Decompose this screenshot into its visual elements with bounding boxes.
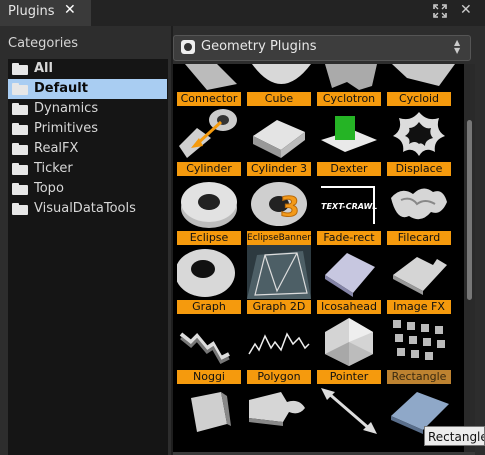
eclipse-thumbnail bbox=[177, 249, 235, 297]
plugin-label: Rectangle bbox=[387, 370, 451, 384]
graph-thumbnail bbox=[179, 332, 230, 364]
dexter-thumbnail: TEXT-CRAWL bbox=[317, 176, 381, 230]
filecard-thumbnail bbox=[393, 257, 447, 295]
plugin-label: Cycloid bbox=[387, 92, 451, 106]
plugin-label: Eclipse bbox=[177, 231, 241, 245]
eclipsebanner-thumbnail bbox=[247, 245, 311, 299]
svg-text:3: 3 bbox=[280, 190, 299, 223]
tab-plugins[interactable]: Plugins ✕ bbox=[0, 0, 91, 26]
cylinder3-thumbnail: 3 bbox=[251, 182, 307, 226]
category-label: Topo bbox=[34, 181, 64, 196]
tab-title: Plugins bbox=[8, 4, 55, 19]
tab-bar: Plugins ✕ ✕ bbox=[0, 0, 485, 26]
folder-icon bbox=[12, 103, 28, 115]
dropdown-arrows-icon: ▲ ▼ bbox=[454, 38, 461, 55]
plugin-label: Graph bbox=[177, 300, 241, 314]
category-label: Ticker bbox=[34, 161, 73, 176]
plugin-label: Polygon bbox=[247, 370, 311, 384]
cylinder-thumbnail bbox=[181, 182, 237, 228]
dropdown-label: Geometry Plugins bbox=[201, 39, 317, 54]
folder-icon bbox=[12, 203, 28, 215]
geometry-icon bbox=[181, 40, 195, 54]
category-item-default[interactable]: Default bbox=[8, 79, 167, 99]
category-item-dynamics[interactable]: Dynamics bbox=[8, 99, 167, 119]
graph2d-thumbnail bbox=[248, 332, 310, 355]
categories-title: Categories bbox=[8, 36, 79, 51]
imagefx-thumbnail bbox=[393, 320, 445, 360]
displace-thumbnail bbox=[391, 188, 447, 220]
icosahead-thumbnail bbox=[325, 318, 373, 366]
plugin-label: Icosahead bbox=[317, 300, 381, 314]
plugin-label: Connector bbox=[177, 92, 241, 106]
category-label: Dynamics bbox=[34, 101, 99, 116]
category-item-visualdatatools[interactable]: VisualDataTools bbox=[8, 199, 167, 219]
folder-icon bbox=[12, 63, 28, 75]
close-tab-icon[interactable]: ✕ bbox=[64, 2, 76, 18]
category-label: All bbox=[34, 61, 53, 76]
plugin-label: Filecard bbox=[387, 231, 451, 245]
category-item-realfx[interactable]: RealFX bbox=[8, 139, 167, 159]
category-label: Default bbox=[34, 81, 88, 96]
categories-list: All Default Dynamics Primitives RealFX T… bbox=[8, 59, 168, 455]
noggi-thumbnail bbox=[191, 392, 231, 432]
plugin-label: EclipseBanner bbox=[247, 231, 311, 245]
folder-icon bbox=[12, 123, 28, 135]
dexter-thumbnail-text: TEXT-CRAWL bbox=[321, 202, 378, 211]
polygon-thumbnail bbox=[249, 392, 305, 426]
connector-thumbnail bbox=[179, 109, 237, 158]
category-item-ticker[interactable]: Ticker bbox=[8, 159, 167, 179]
plugin-label: Displace bbox=[387, 162, 451, 176]
category-label: RealFX bbox=[34, 141, 79, 156]
close-window-icon[interactable]: ✕ bbox=[460, 2, 472, 18]
plugin-label: Fade-rect bbox=[317, 231, 381, 245]
category-item-all[interactable]: All bbox=[8, 59, 167, 79]
plugin-label: Noggi bbox=[177, 370, 241, 384]
categories-panel: Categories All Default Dynamics Primitiv… bbox=[0, 26, 171, 455]
folder-icon bbox=[12, 183, 28, 195]
plugin-group-dropdown[interactable]: Geometry Plugins ▲ ▼ bbox=[173, 35, 471, 61]
category-item-primitives[interactable]: Primitives bbox=[8, 119, 167, 139]
plugin-label: Cylinder bbox=[177, 162, 241, 176]
vertical-scrollbar[interactable] bbox=[464, 64, 475, 452]
expand-icon[interactable] bbox=[433, 4, 447, 18]
plugin-label: Cyclotron bbox=[317, 92, 381, 106]
category-label: Primitives bbox=[34, 121, 99, 136]
folder-icon bbox=[12, 143, 28, 155]
fade-rect-thumbnail bbox=[325, 253, 375, 297]
plugin-label: Cylinder 3 bbox=[247, 162, 311, 176]
plugins-panel: Geometry Plugins ▲ ▼ Connector Cube Cycl… bbox=[173, 26, 485, 455]
cube-thumbnail bbox=[253, 120, 305, 158]
plugin-label: Dexter bbox=[317, 162, 381, 176]
plugin-label: Image FX bbox=[387, 300, 451, 314]
scrollbar-thumb[interactable] bbox=[467, 120, 472, 300]
pointer-thumbnail bbox=[321, 388, 377, 434]
plugin-grid: Connector Cube Cyclotron Cycloid Cylinde… bbox=[173, 64, 464, 452]
folder-icon bbox=[12, 83, 28, 95]
category-item-topo[interactable]: Topo bbox=[8, 179, 167, 199]
folder-icon bbox=[12, 163, 28, 175]
plugin-label: Cube bbox=[247, 92, 311, 106]
category-label: VisualDataTools bbox=[34, 201, 136, 216]
cycloid-thumbnail bbox=[393, 112, 445, 156]
cyclotron-thumbnail bbox=[321, 116, 377, 152]
plugin-label: Pointer bbox=[317, 370, 381, 384]
partial-thumbnail-row bbox=[185, 64, 455, 90]
tooltip: Rectangle bbox=[424, 426, 485, 446]
plugin-label: Graph 2D bbox=[247, 300, 311, 314]
